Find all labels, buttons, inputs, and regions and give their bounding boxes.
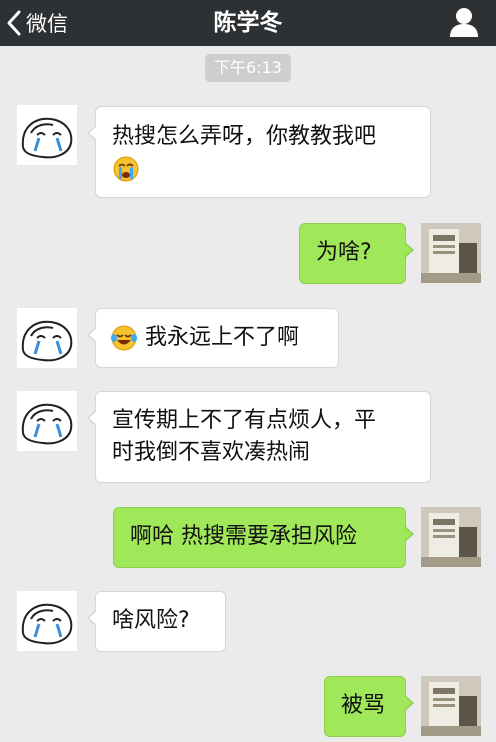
message-bubble-received[interactable]: 我永远上不了啊 [87, 308, 339, 368]
message-bubble-received[interactable]: 啥风险? [87, 591, 226, 652]
message-text: 啊哈 热搜需要承担风险 [130, 524, 357, 549]
crying-face-emoji [113, 156, 139, 182]
photo-avatar [421, 223, 481, 283]
message-bubble-sent[interactable]: 为啥? [299, 223, 414, 284]
my-avatar[interactable] [421, 507, 481, 567]
message-bubble-received[interactable]: 宣传期上不了有点烦人，平 时我倒不喜欢凑热闹 [87, 391, 431, 483]
contact-avatar[interactable] [17, 591, 77, 651]
photo-avatar [421, 507, 481, 567]
contact-avatar[interactable] [17, 105, 77, 165]
sad-cartoon-avatar [21, 117, 73, 159]
message-text: 为啥? [316, 240, 372, 265]
my-avatar[interactable] [421, 676, 481, 736]
chat-title: 陈学冬 [213, 10, 283, 36]
contact-avatar[interactable] [17, 308, 77, 368]
message-text: 我永远上不了啊 [145, 325, 300, 350]
message-text-line: 宣传期上不了有点烦人，平 [112, 408, 377, 433]
message-text-line: 时我倒不喜欢凑热闹 [112, 440, 311, 465]
sad-cartoon-avatar [21, 320, 73, 362]
sad-cartoon-avatar [21, 603, 73, 645]
my-avatar[interactable] [421, 223, 481, 283]
message-bubble-sent[interactable]: 啊哈 热搜需要承担风险 [113, 507, 414, 568]
message-bubble-received[interactable]: 热搜怎么弄呀，你教教我吧 [87, 106, 431, 198]
chevron-left-icon [7, 10, 21, 36]
message-bubble-sent[interactable]: 被骂 [324, 676, 414, 737]
message-text: 被骂 [341, 693, 386, 718]
timestamp-badge: 下午6:13 [205, 54, 291, 82]
sad-cartoon-avatar [21, 403, 73, 445]
profile-button[interactable] [448, 6, 480, 38]
message-text: 啥风险? [112, 608, 190, 633]
photo-avatar [421, 676, 481, 736]
person-icon [450, 8, 478, 37]
message-text: 热搜怎么弄呀，你教教我吧 [112, 124, 377, 149]
contact-avatar[interactable] [17, 391, 77, 451]
nav-bar: 微信 陈学冬 [0, 0, 496, 46]
back-label: 微信 [26, 12, 68, 36]
back-button[interactable]: 微信 [6, 0, 68, 46]
tears-of-joy-emoji [111, 325, 137, 351]
